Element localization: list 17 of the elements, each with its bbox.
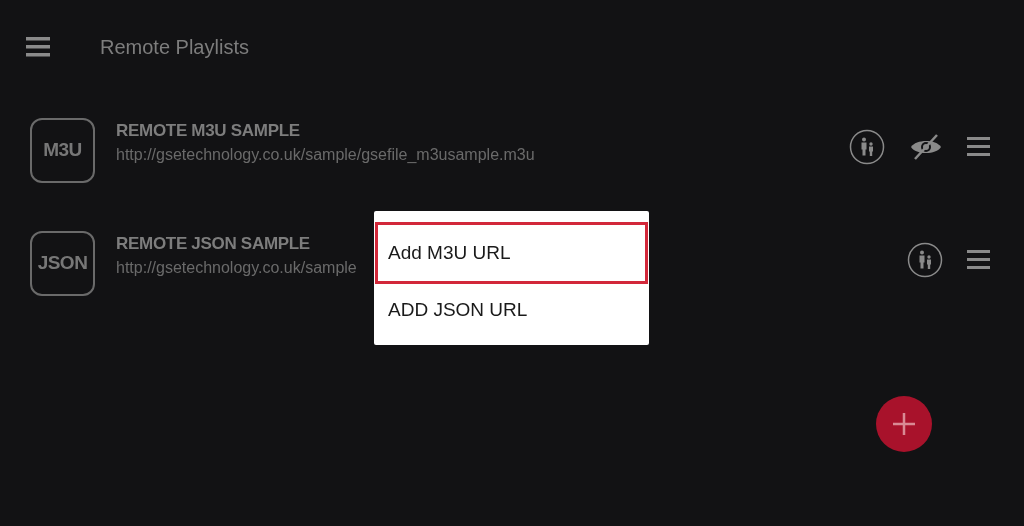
menu-item[interactable]: Add M3U URL [375,222,648,284]
playlist-title: REMOTE JSON SAMPLE [116,232,310,255]
menu-icon[interactable] [26,37,50,57]
playlist-title: REMOTE M3U SAMPLE [116,119,300,142]
menu-item[interactable]: ADD JSON URL [375,284,648,336]
screen-title: Remote Playlists [100,35,249,60]
playlist-url: http://gsetechnology.co.uk/sample/gsefile_m3usample.m3u [116,144,535,165]
family-icon[interactable] [907,241,943,278]
menu-icon[interactable] [967,137,990,156]
playlist-badge: M3U [30,118,95,183]
plus-icon [892,412,916,436]
playlist-url: http://gsetechnology.co.uk/sample [116,257,357,278]
add-button[interactable] [876,396,932,452]
family-icon[interactable] [849,128,885,165]
playlist-badge: JSON [30,231,95,296]
menu-icon[interactable] [967,250,990,269]
eye-slash-icon[interactable] [909,132,943,161]
